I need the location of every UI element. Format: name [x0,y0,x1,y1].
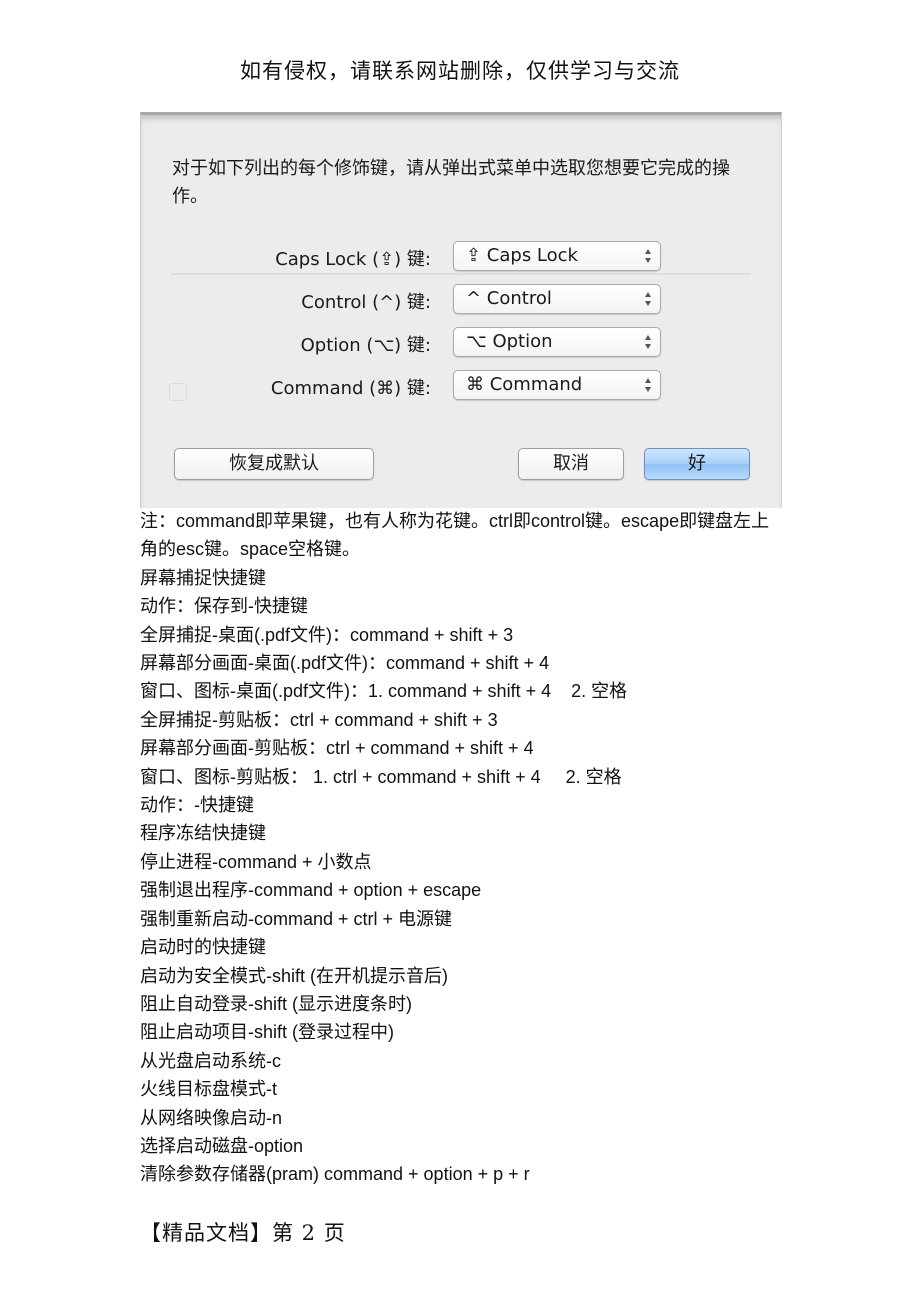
section-heading-freeze: 程序冻结快捷键 [140,823,266,844]
ok-button[interactable]: 好 [644,448,750,480]
option-label: Option (⌥) 键: [300,335,431,356]
control-selected: ^ Control [466,288,552,309]
text-line: 动作：保存到-快捷键 [140,596,308,617]
text-line: 全屏捕捉-桌面(.pdf文件)：command + shift + 3 [140,624,514,645]
caps-lock-label: Caps Lock (⇪) 键: [275,249,431,270]
section-heading-startup: 启动时的快捷键 [140,937,266,958]
restore-defaults-button[interactable]: 恢复成默认 [174,448,374,480]
popup-arrows-icon [645,249,651,263]
modifier-row-caps-lock: Caps Lock (⇪) 键: ⇪ Caps Lock [141,241,781,273]
text-line: 火线目标盘模式-t [140,1079,277,1100]
text-line: 全屏捕捉-剪贴板：ctrl + command + shift + 3 [140,709,498,730]
text-line: 窗口、图标-剪贴板： 1. ctrl + command + shift + 4… [140,766,622,787]
text-line: 从网络映像启动-n [140,1107,283,1128]
command-popup[interactable]: ⌘ Command [453,370,661,400]
text-line: 阻止自动登录-shift (显示进度条时) [140,993,412,1014]
text-line: 强制重新启动-command + ctrl + 电源键 [140,908,453,929]
text-line: 从光盘启动系统-c [140,1050,281,1071]
popup-arrows-icon [645,292,651,306]
text-line: 强制退出程序-command + option + escape [140,880,482,901]
caps-lock-selected: ⇪ Caps Lock [466,245,578,266]
document-body: 注：command即苹果键，也有人称为花键。ctrl即control键。esca… [140,507,780,1189]
page-footer: 【精品文档】第 2 页 [140,1221,346,1245]
control-popup[interactable]: ^ Control [453,284,661,314]
modifier-row-option: Option (⌥) 键: ⌥ Option [141,327,781,359]
cancel-button[interactable]: 取消 [518,448,624,480]
text-line: 屏幕部分画面-桌面(.pdf文件)：command + shift + 4 [140,653,550,674]
modifier-row-command: Command (⌘) 键: ⌘ Command [141,370,781,402]
section-heading-screenshot: 屏幕捕捉快捷键 [140,567,266,588]
popup-arrows-icon [645,335,651,349]
background-divider [171,273,751,275]
command-selected: ⌘ Command [466,374,583,395]
popup-arrows-icon [645,378,651,392]
control-label: Control (^) 键: [301,292,431,313]
command-label: Command (⌘) 键: [270,378,431,399]
text-line: 启动为安全模式-shift (在开机提示音后) [140,965,448,986]
modifier-row-control: Control (^) 键: ^ Control [141,284,781,316]
text-line: 停止进程-command + 小数点 [140,851,372,872]
option-selected: ⌥ Option [466,331,553,352]
text-line: 选择启动磁盘-option [140,1135,304,1156]
caps-lock-popup[interactable]: ⇪ Caps Lock [453,241,661,271]
text-line: 屏幕部分画面-剪贴板：ctrl + command + shift + 4 [140,738,534,759]
dialog-prompt: 对于如下列出的每个修饰键，请从弹出式菜单中选取您想要它完成的操作。 [172,158,730,207]
modifier-keys-dialog: 对于如下列出的每个修饰键，请从弹出式菜单中选取您想要它完成的操作。 Caps L… [140,112,782,508]
text-line: 阻止启动项目-shift (登录过程中) [140,1022,394,1043]
note-paragraph: 注：command即苹果键，也有人称为花键。ctrl即control键。esca… [140,511,770,560]
copyright-notice: 如有侵权，请联系网站删除，仅供学习与交流 [240,59,680,83]
text-line: 窗口、图标-桌面(.pdf文件)：1. command + shift + 4 … [140,681,628,702]
text-line: 动作：-快捷键 [140,795,254,816]
text-line: 清除参数存储器(pram) command + option + p + r [140,1164,530,1185]
option-popup[interactable]: ⌥ Option [453,327,661,357]
